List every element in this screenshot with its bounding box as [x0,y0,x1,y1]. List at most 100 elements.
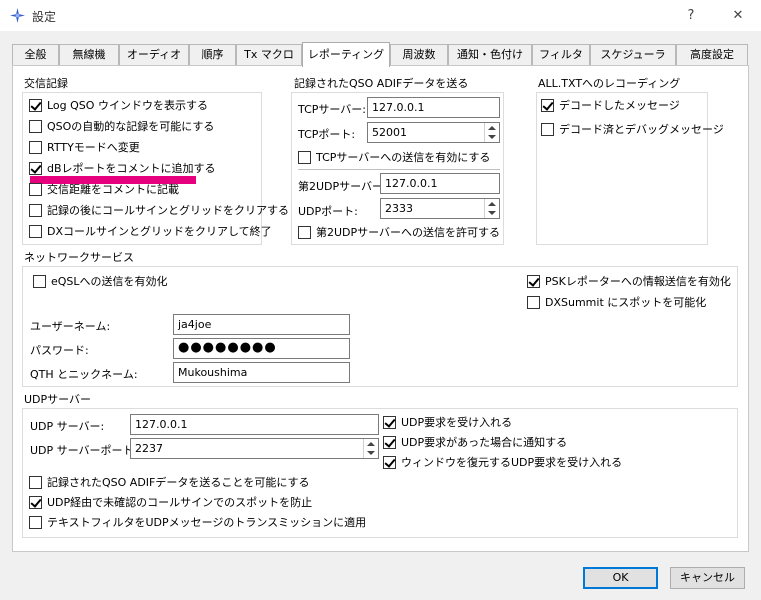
dxsummit-checkbox[interactable]: DXSummit にスポットを可能化 [527,294,706,310]
checkbox-box[interactable] [29,224,42,238]
udp2-server-label: 第2UDPサーバー [298,180,384,193]
cancel-button[interactable]: キャンセル [670,567,745,589]
spin-buttons[interactable] [484,123,499,142]
tcp-port-value: 52001 [372,126,407,139]
tab-filters[interactable]: フィルタ [532,44,590,66]
send-adif-checkbox[interactable]: 記録されたQSO ADIFデータを送ることを可能にする [29,474,309,490]
distance-comment-checkbox[interactable]: 交信距離をコメントに記載 [29,181,179,197]
udp-port-spinbox[interactable]: 2333 [380,198,500,219]
udp-group-title: UDPサーバー [24,393,92,406]
checkbox-box[interactable] [527,274,540,288]
checkbox-box[interactable] [298,150,311,164]
tab-frequencies[interactable]: 周波数 [390,44,448,66]
checkbox-box[interactable] [383,415,396,429]
rtty-mode-checkbox[interactable]: RTTYモードへ変更 [29,139,140,155]
ok-button[interactable]: OK [583,567,658,589]
clear-after-log-checkbox[interactable]: 記録の後にコールサインとグリッドをクリアする [29,202,289,218]
tab-notifications-colors[interactable]: 通知・色付け [448,44,532,66]
checkbox-label: ウィンドウを復元するUDP要求を受け入れる [401,456,623,469]
tab-general[interactable]: 全般 [12,44,59,66]
log-group-title: 交信記録 [24,77,68,90]
spin-buttons[interactable] [484,199,499,218]
checkbox-label: QSOの自動的な記録を可能にする [47,120,215,133]
udp-server-port-label: UDP サーバーポート: [30,444,138,457]
checkbox-box[interactable] [298,225,311,239]
checkbox-label: テキストフィルタをUDPメッセージのトランスミッションに適用 [47,516,367,529]
udp-server-input[interactable]: 127.0.0.1 [130,414,379,435]
checkbox-label: 交信距離をコメントに記載 [47,183,179,196]
checkbox-label: UDP要求を受け入れる [401,416,513,429]
prevent-spot-checkbox[interactable]: UDP経由で未確認のコールサインでのスポットを防止 [29,494,312,510]
checkbox-box[interactable] [541,122,554,136]
checkbox-label: PSKレポーターへの情報送信を有効化 [545,275,731,288]
spin-buttons[interactable] [363,439,378,458]
checkbox-label: eQSLへの送信を有効化 [51,275,168,288]
udp2-allow-checkbox[interactable]: 第2UDPサーバーへの送信を許可する [298,224,500,240]
decoded-messages-checkbox[interactable]: デコードしたメッセージ [541,97,680,113]
checkbox-box[interactable] [29,495,42,509]
checkbox-label: デコード済とデバッグメッセージ [559,123,724,136]
checkbox-label: UDP要求があった場合に通知する [401,436,568,449]
checkbox-box[interactable] [33,274,46,288]
checkbox-box[interactable] [29,182,42,196]
checkbox-label: DXコールサインとグリッドをクリアして終了 [47,225,272,238]
udp2-server-input[interactable]: 127.0.0.1 [380,173,500,194]
eqsl-checkbox[interactable]: eQSLへの送信を有効化 [33,273,168,289]
auto-log-checkbox[interactable]: QSOの自動的な記録を可能にする [29,118,214,134]
tab-audio[interactable]: オーディオ [119,44,189,66]
tab-radio[interactable]: 無線機 [59,44,119,66]
checkbox-label: 第2UDPサーバーへの送信を許可する [316,226,501,239]
checkbox-label: UDP経由で未確認のコールサインでのスポットを防止 [47,496,313,509]
checkbox-box[interactable] [29,203,42,217]
show-log-qso-checkbox[interactable]: Log QSO ウインドウを表示する [29,97,208,113]
tab-tx-macros[interactable]: Tx マクロ [236,44,302,66]
alltxt-group [536,92,708,245]
tab-sequence[interactable]: 順序 [189,44,236,66]
window-title: 設定 [32,10,57,24]
notify-udp-checkbox[interactable]: UDP要求があった場合に通知する [383,434,567,450]
qth-nickname-input[interactable]: Mukoushima [173,362,350,383]
checkbox-box[interactable] [383,435,396,449]
text-filter-checkbox[interactable]: テキストフィルタをUDPメッセージのトランスミッションに適用 [29,514,366,530]
debug-messages-checkbox[interactable]: デコード済とデバッグメッセージ [541,121,724,137]
network-group-title: ネットワークサービス [24,251,134,264]
username-input[interactable]: ja4joe [173,314,350,335]
checkbox-box[interactable] [29,475,42,489]
checkbox-box[interactable] [527,295,540,309]
checkbox-label: デコードしたメッセージ [559,99,680,112]
checkbox-label: RTTYモードへ変更 [47,141,140,154]
app-icon [10,8,25,23]
accept-udp-checkbox[interactable]: UDP要求を受け入れる [383,414,512,430]
checkbox-box[interactable] [29,98,42,112]
psk-reporter-checkbox[interactable]: PSKレポーターへの情報送信を有効化 [527,273,731,289]
checkbox-label: Log QSO ウインドウを表示する [47,99,208,112]
db-report-comment-checkbox[interactable]: dBレポートをコメントに追加する [29,160,216,176]
checkbox-box[interactable] [383,455,396,469]
tab-reporting[interactable]: レポーティング [302,42,390,67]
tcp-port-spinbox[interactable]: 52001 [367,122,500,143]
tab-scheduler[interactable]: スケジューラ [590,44,676,66]
close-button[interactable]: ✕ [724,5,752,27]
checkbox-box[interactable] [29,161,42,175]
tab-advanced[interactable]: 高度設定 [676,44,748,66]
restore-window-checkbox[interactable]: ウィンドウを復元するUDP要求を受け入れる [383,454,622,470]
help-button[interactable]: ? [677,5,705,27]
udp-server-port-spinbox[interactable]: 2237 [130,438,379,459]
checkbox-box[interactable] [29,119,42,133]
tcp-server-input[interactable]: 127.0.0.1 [367,97,500,118]
udp-server-port-value: 2237 [135,442,163,455]
clear-dx-exit-checkbox[interactable]: DXコールサインとグリッドをクリアして終了 [29,223,272,239]
checkbox-label: DXSummit にスポットを可能化 [545,296,707,309]
tcp-server-label: TCPサーバー: [298,103,366,116]
password-input[interactable]: ●●●●●●●● [173,338,350,359]
qth-nickname-label: QTH とニックネーム: [30,368,138,381]
checkbox-label: 記録の後にコールサインとグリッドをクリアする [47,204,289,217]
password-label: パスワード: [30,344,89,357]
checkbox-box[interactable] [29,140,42,154]
adif-group-title: 記録されたQSO ADIFデータを送る [294,77,469,90]
checkbox-box[interactable] [541,98,554,112]
udp-server-label: UDP サーバー: [30,420,105,433]
tcp-enable-checkbox[interactable]: TCPサーバーへの送信を有効にする [298,149,490,165]
checkbox-box[interactable] [29,515,42,529]
separator [298,169,500,170]
